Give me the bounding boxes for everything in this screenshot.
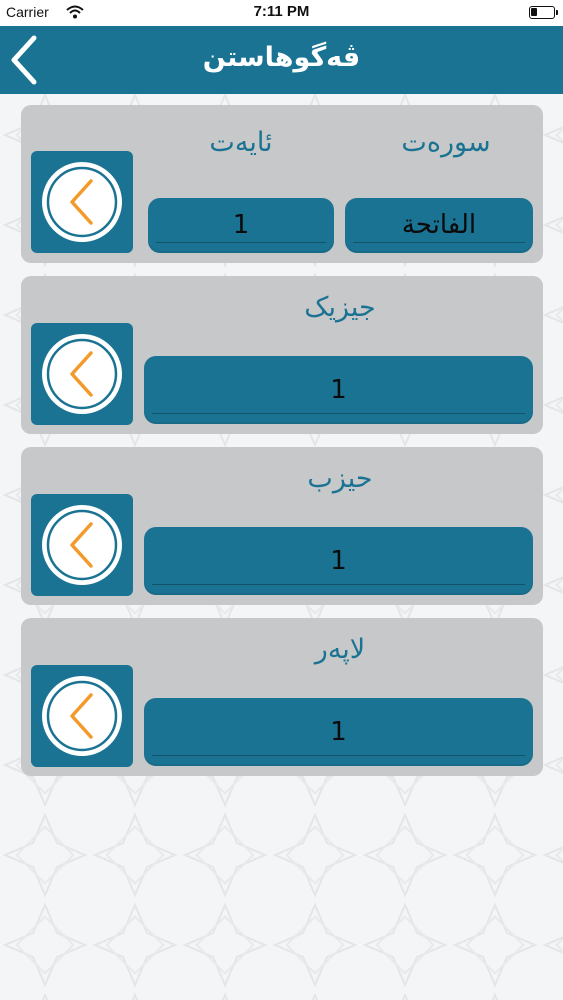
surah-field[interactable]: الفاتحة xyxy=(345,198,533,253)
surah-value: الفاتحة xyxy=(401,210,477,240)
hizb-value: 1 xyxy=(330,546,347,576)
juz-field[interactable]: 1 xyxy=(144,356,533,424)
page-card: لاپەر 1 xyxy=(21,618,543,776)
navigation-bar: ڤەگوهاستن xyxy=(0,26,563,94)
page-label: لاپەر xyxy=(314,634,366,665)
juz-value: 1 xyxy=(330,375,347,405)
juz-card: جیزیک 1 xyxy=(21,276,543,434)
circle-chevron-left-icon xyxy=(42,162,122,242)
hizb-label: حیزب xyxy=(307,463,373,494)
circle-chevron-left-icon xyxy=(42,676,122,756)
surah-ayah-card: سورەت ئایەت الفاتحة 1 xyxy=(21,105,543,263)
page-field[interactable]: 1 xyxy=(144,698,533,766)
status-bar: Carrier 7:11 PM xyxy=(0,0,563,26)
status-time: 7:11 PM xyxy=(253,3,310,20)
battery-icon xyxy=(529,6,558,19)
hizb-card: حیزب 1 xyxy=(21,447,543,605)
surah-label: سورەت xyxy=(401,127,491,158)
go-to-ayah-button[interactable] xyxy=(31,151,133,253)
page-title: ڤەگوهاستن xyxy=(202,42,361,73)
go-to-hizb-button[interactable] xyxy=(31,494,133,596)
ayah-value: 1 xyxy=(232,210,250,240)
go-to-juz-button[interactable] xyxy=(31,323,133,425)
circle-chevron-left-icon xyxy=(42,505,122,585)
hizb-field[interactable]: 1 xyxy=(144,527,533,595)
juz-label: جیزیک xyxy=(304,292,376,323)
go-to-page-button[interactable] xyxy=(31,665,133,767)
ayah-label: ئایەت xyxy=(209,127,273,158)
circle-chevron-left-icon xyxy=(42,334,122,414)
page-value: 1 xyxy=(330,717,347,747)
ayah-field[interactable]: 1 xyxy=(148,198,334,253)
